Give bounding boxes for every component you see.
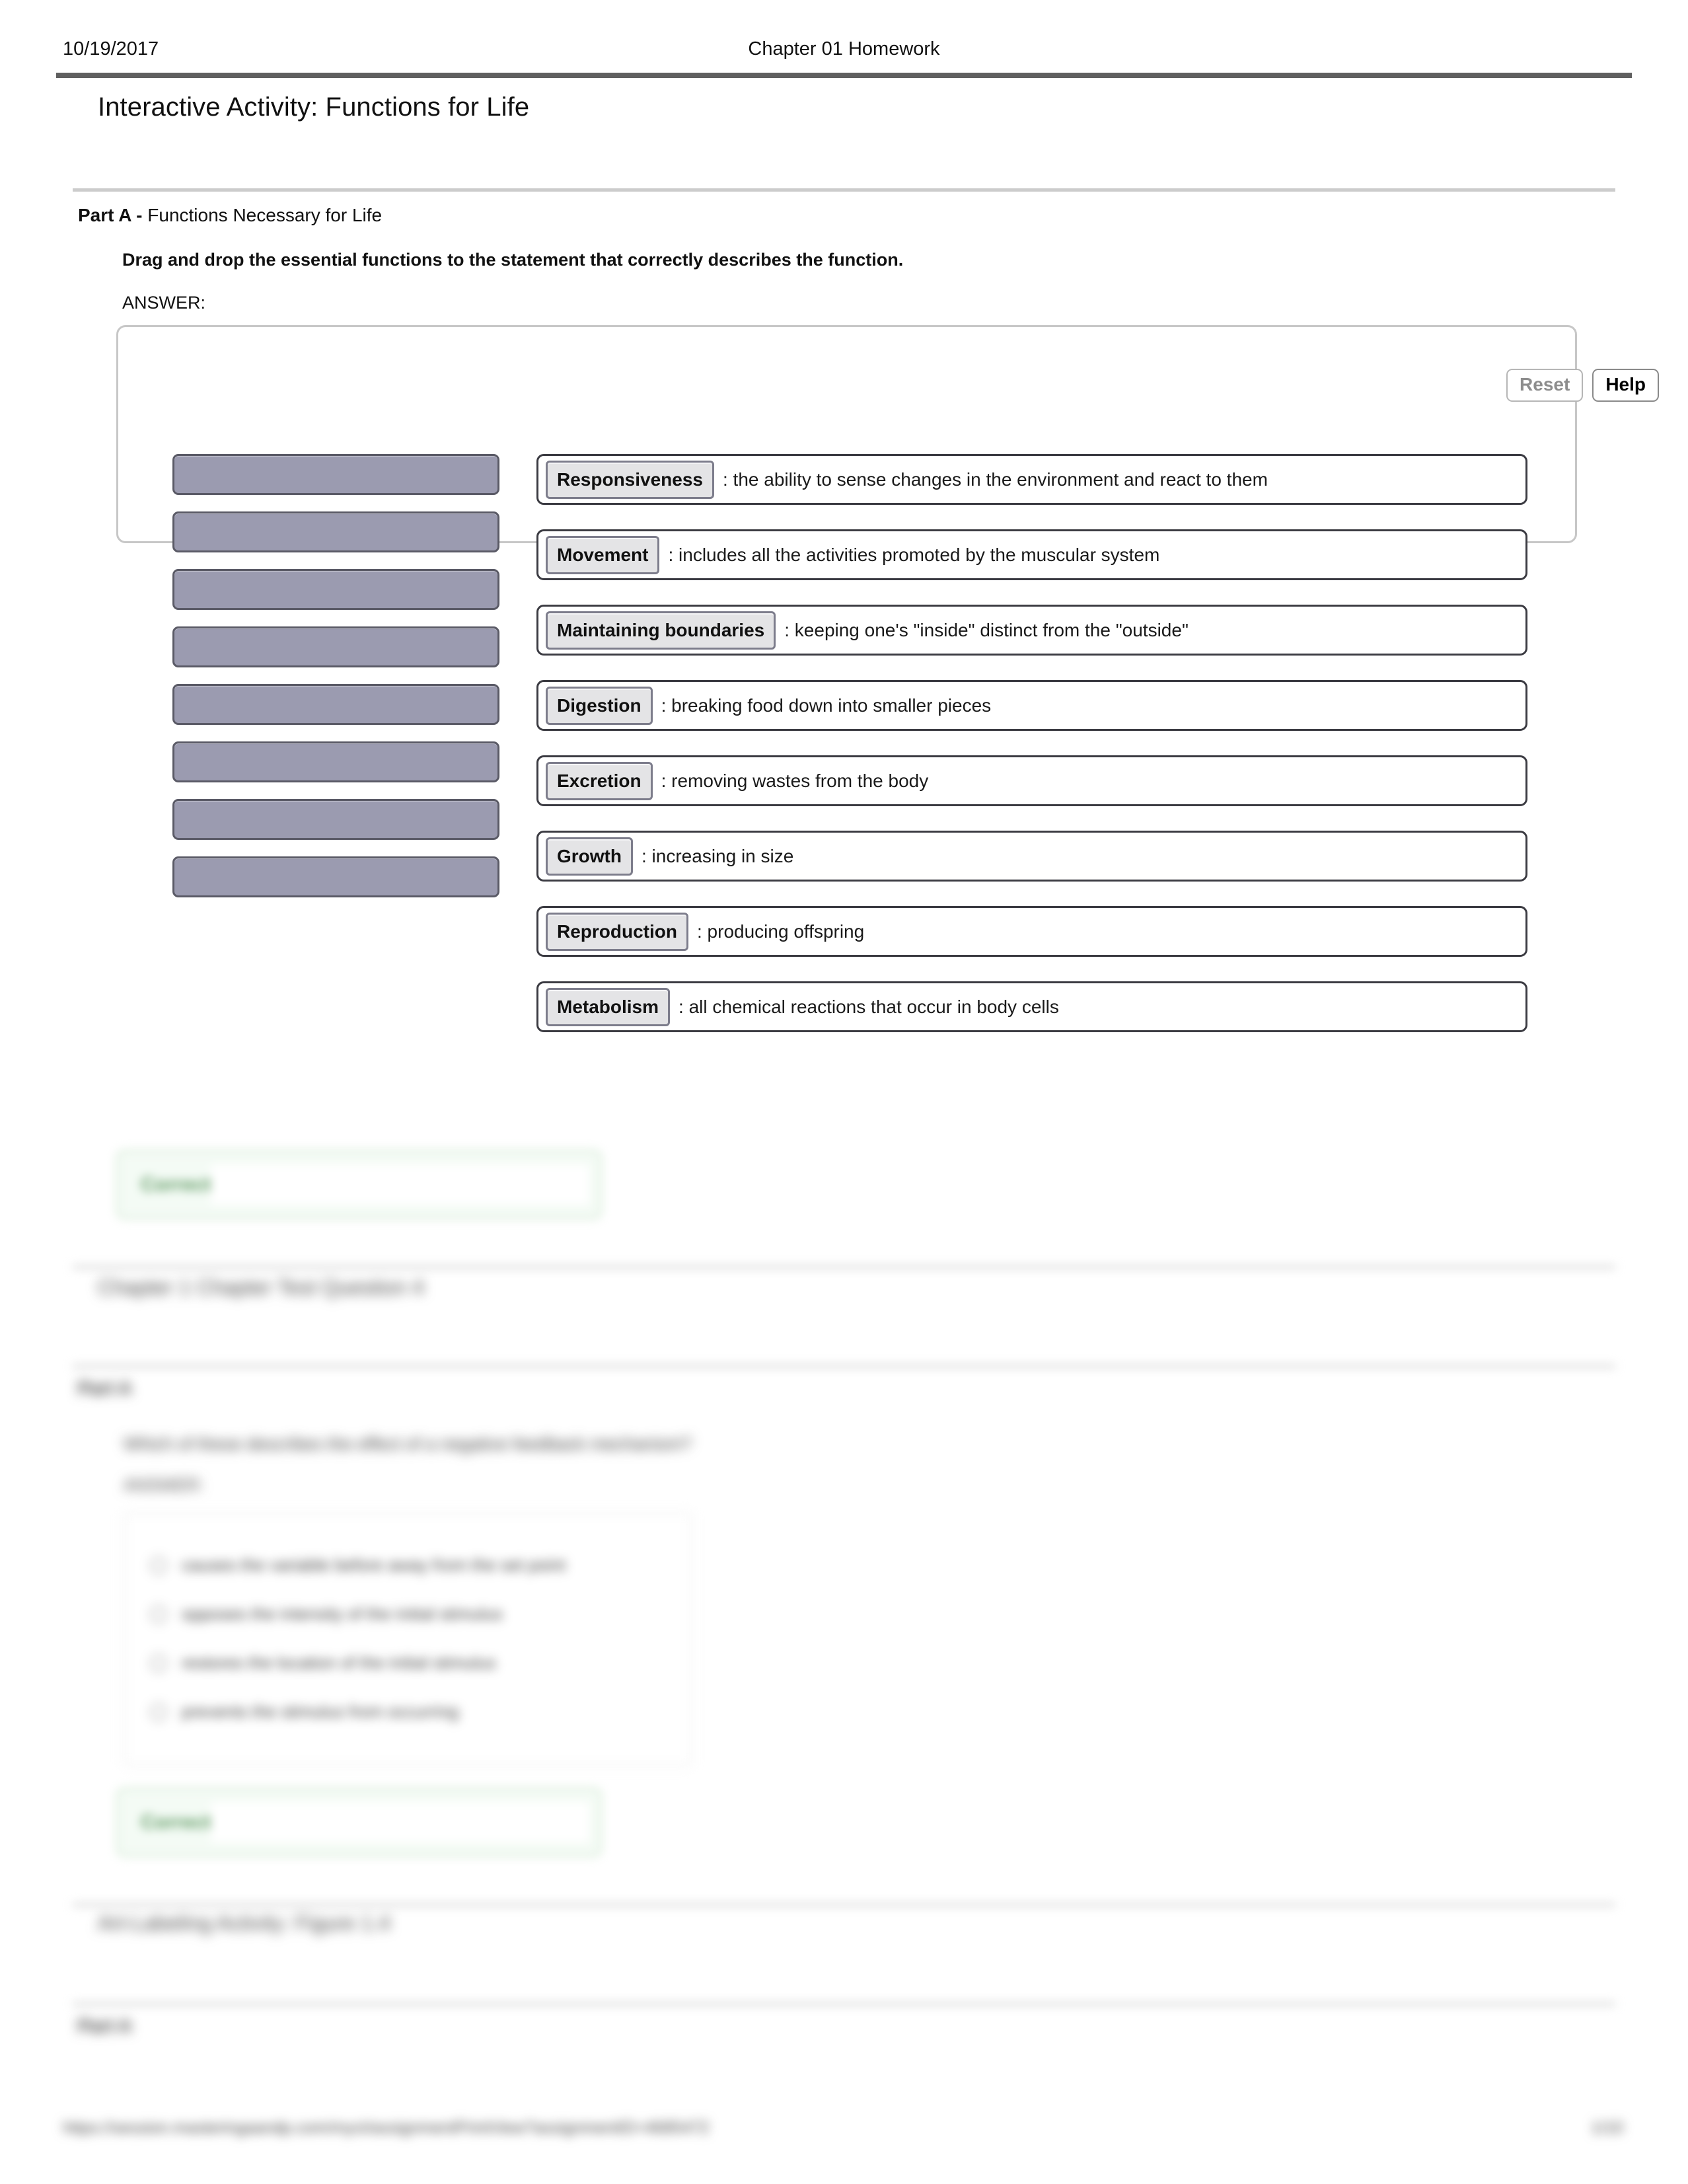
statement-text: : producing offspring (697, 921, 865, 942)
option-row[interactable]: restores the location of the initial sti… (150, 1653, 495, 1673)
status-badge: Correct (141, 1173, 211, 1195)
part-a-label: Part A - Functions Necessary for Life (78, 205, 382, 226)
statement-text: : includes all the activities promoted b… (668, 544, 1160, 565)
header-rule (56, 73, 1632, 78)
activity-toolbar: Reset Help (1506, 369, 1659, 402)
option-label: restores the location of the initial sti… (182, 1653, 496, 1673)
reset-button[interactable]: Reset (1506, 369, 1584, 402)
drag-slot[interactable] (172, 626, 499, 667)
drag-slot[interactable] (172, 684, 499, 725)
function-chip[interactable]: Reproduction (546, 912, 688, 951)
statement-text: : removing wastes from the body (661, 770, 929, 791)
feedback-inner-panel (211, 1801, 589, 1843)
drag-slot[interactable] (172, 569, 499, 610)
section-three-divider (73, 1903, 1615, 1906)
option-row[interactable]: opposes the intensity of the initial sti… (150, 1604, 503, 1624)
section-three-part-divider (73, 2002, 1615, 2006)
status-badge: Correct (141, 1811, 211, 1833)
function-chip[interactable]: Metabolism (546, 987, 671, 1026)
option-row[interactable]: causes the variable before away from the… (150, 1555, 566, 1575)
drag-slot[interactable] (172, 511, 499, 552)
page-title: Interactive Activity: Functions for Life (98, 93, 530, 122)
statement-text: : increasing in size (642, 845, 794, 866)
section-two-question: Which of these describes the effect of a… (124, 1434, 692, 1454)
section-two-part-label: Part A (78, 1378, 132, 1398)
help-button[interactable]: Help (1592, 369, 1659, 402)
part-a-answer-label: ANSWER: (122, 293, 206, 313)
drag-slot[interactable] (172, 799, 499, 840)
statement-row[interactable]: Growth : increasing in size (536, 831, 1527, 882)
section-two-answer-label: ANSWER: (124, 1475, 204, 1495)
feedback-inner-panel (211, 1164, 589, 1205)
footer-url: https://session.masteringaandp.com/myct/… (63, 2119, 710, 2137)
title-divider (73, 188, 1615, 192)
function-chip[interactable]: Excretion (546, 761, 653, 800)
section-two-feedback-box: Correct (116, 1788, 602, 1857)
statement-text: : the ability to sense changes in the en… (723, 469, 1268, 490)
part-a-feedback-box: Correct (116, 1150, 602, 1219)
section-two-heading: Chapter 1 Chapter Test Question 4 (98, 1275, 424, 1299)
option-label: prevents the stimulus from occurring (182, 1702, 459, 1721)
answer-options-box: causes the variable before away from the… (124, 1512, 692, 1766)
statement-row[interactable]: Excretion : removing wastes from the bod… (536, 755, 1527, 806)
statement-row[interactable]: Metabolism : all chemical reactions that… (536, 981, 1527, 1032)
radio-button-icon[interactable] (150, 1654, 167, 1672)
statement-text: : all chemical reactions that occur in b… (679, 996, 1059, 1017)
section-two-divider (73, 1265, 1615, 1269)
part-a-instruction: Drag and drop the essential functions to… (122, 250, 904, 270)
part-a-label-bold: Part A - (78, 205, 143, 225)
drag-slot[interactable] (172, 741, 499, 782)
function-chip[interactable]: Growth (546, 837, 633, 876)
option-row[interactable]: prevents the stimulus from occurring (150, 1702, 459, 1722)
section-three-heading: Art-Labeling Activity: Figure 1.4 (98, 1911, 390, 1935)
drag-slot[interactable] (172, 856, 499, 897)
part-a-label-rest: Functions Necessary for Life (142, 205, 383, 225)
statement-row[interactable]: Maintaining boundaries : keeping one's "… (536, 605, 1527, 656)
document-title: Chapter 01 Homework (748, 38, 940, 59)
statement-row[interactable]: Reproduction : producing offspring (536, 906, 1527, 957)
drag-slot[interactable] (172, 454, 499, 495)
statement-row[interactable]: Responsiveness : the ability to sense ch… (536, 454, 1527, 505)
statement-row[interactable]: Movement : includes all the activities p… (536, 529, 1527, 580)
statement-column: Responsiveness : the ability to sense ch… (536, 454, 1527, 1032)
radio-button-icon[interactable] (150, 1556, 167, 1574)
statement-text: : breaking food down into smaller pieces (661, 695, 992, 716)
function-chip[interactable]: Responsiveness (546, 460, 714, 499)
function-chip[interactable]: Maintaining boundaries (546, 611, 776, 650)
radio-button-icon[interactable] (150, 1605, 167, 1623)
drag-source-column (172, 454, 499, 897)
radio-button-icon[interactable] (150, 1703, 167, 1721)
option-label: causes the variable before away from the… (182, 1555, 566, 1575)
section-two-part-divider (73, 1365, 1615, 1368)
footer-page: 1/10 (1591, 2119, 1623, 2137)
page-header: 10/19/2017 Chapter 01 Homework (63, 38, 1625, 65)
function-chip[interactable]: Movement (546, 535, 660, 574)
section-three-part-label: Part A (78, 2015, 132, 2036)
function-chip[interactable]: Digestion (546, 686, 653, 725)
statement-row[interactable]: Digestion : breaking food down into smal… (536, 680, 1527, 731)
statement-text: : keeping one's "inside" distinct from t… (784, 619, 1189, 640)
option-label: opposes the intensity of the initial sti… (182, 1604, 503, 1624)
